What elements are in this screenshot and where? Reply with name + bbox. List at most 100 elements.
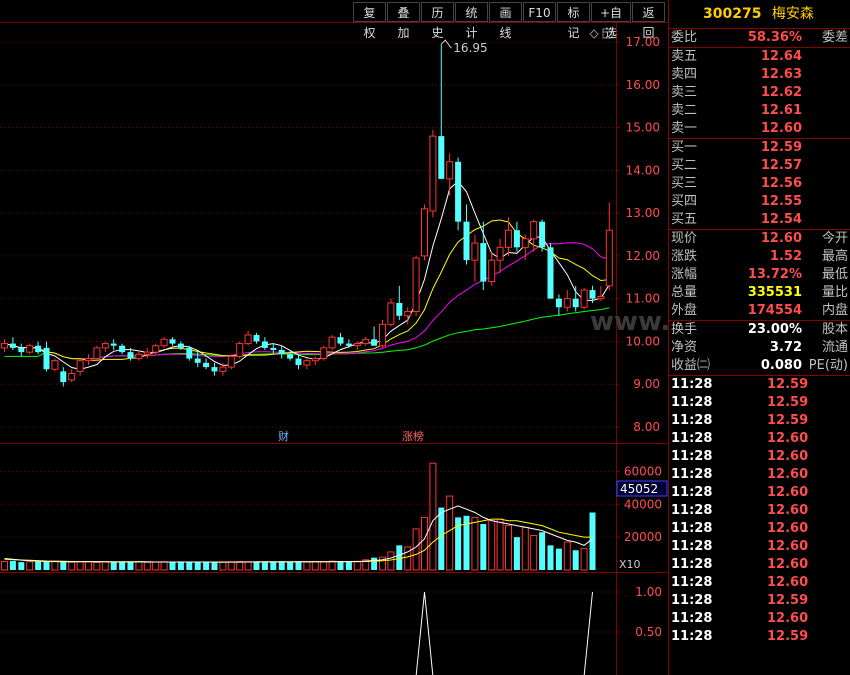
volume-bar	[505, 525, 512, 571]
volume-bar	[530, 535, 538, 571]
volume-bar	[421, 516, 428, 571]
candle-body	[85, 358, 92, 362]
toolbar-button-0[interactable]: 复权	[353, 2, 386, 40]
candle-body	[9, 343, 16, 348]
candle-body	[362, 338, 370, 345]
volume-bar	[9, 560, 16, 570]
candle-body	[496, 246, 504, 261]
volume-tick-label: 60000	[624, 464, 662, 478]
candle-body	[471, 242, 479, 261]
volume-bar	[160, 561, 168, 571]
tick-price: 12.60	[767, 467, 809, 482]
toolbar-button-8[interactable]: 返回	[632, 2, 665, 40]
kline-chart[interactable]: 17.0016.0015.0014.0013.0012.0011.0010.00…	[0, 0, 668, 675]
candle-body	[303, 360, 311, 366]
volume-bar	[1, 560, 8, 571]
bid-value: 12.56	[760, 176, 802, 191]
tick-price: 12.60	[767, 575, 809, 590]
tick-row: 11:28 12.60	[669, 538, 850, 556]
candle-body	[412, 257, 420, 312]
tick-price: 12.60	[767, 485, 809, 500]
candle-body	[572, 298, 579, 308]
candle-body	[547, 247, 554, 299]
toolbar-button-2[interactable]: 历史	[421, 2, 454, 40]
stat-right-label: 今开	[821, 231, 848, 246]
volume-bar	[521, 526, 529, 571]
ask-label: 卖五	[671, 49, 698, 64]
volume-bar	[76, 561, 84, 571]
tick-time: 11:28	[671, 431, 713, 446]
stock-code: 300275	[703, 6, 762, 22]
stock-title: 300275 梅安森	[669, 0, 850, 28]
fund-right-label: 流通	[821, 340, 848, 355]
volume-bar	[496, 518, 504, 571]
toolbar-button-4[interactable]: 画线	[489, 2, 522, 40]
candle-body	[127, 352, 134, 359]
candle-body	[110, 343, 117, 346]
bid-label: 买一	[671, 140, 698, 155]
tick-row: 11:28 12.60	[669, 502, 850, 520]
volume-bar	[203, 562, 210, 570]
fund-label: 净资	[671, 340, 698, 355]
high-annotation: 16.95	[453, 41, 487, 55]
candle-body	[43, 347, 50, 370]
chart-area[interactable]: 17.0016.0015.0014.0013.0012.0011.0010.00…	[0, 0, 668, 675]
candle-body	[488, 259, 496, 283]
volume-bar	[580, 548, 588, 571]
tick-row: 11:28 12.60	[669, 430, 850, 448]
stats-list: 现价 12.60 今开 涨跌 1.52 最高 涨幅 13.72% 最低 总量 335531 量比 外盘 1…	[669, 230, 850, 320]
volume-unit-label: X10	[619, 558, 641, 571]
tick-time: 11:28	[671, 449, 713, 464]
toolbar-button-1[interactable]: 叠加	[387, 2, 420, 40]
volume-bar	[110, 562, 117, 570]
candle-body	[404, 311, 412, 317]
volume-tick-label: 40000	[624, 497, 662, 511]
price-tick-label: 13.00	[626, 206, 660, 220]
tick-price: 12.59	[767, 377, 809, 392]
bid-value: 12.59	[760, 140, 802, 155]
volume-bar	[303, 561, 311, 571]
volume-bar	[194, 561, 201, 570]
candle-body	[521, 238, 529, 248]
volume-bar	[85, 561, 92, 571]
candle-body	[227, 355, 235, 368]
candle-body	[203, 362, 210, 368]
candle-body	[177, 343, 184, 348]
stat-label: 涨跌	[671, 249, 698, 264]
candle-body	[539, 221, 546, 248]
limit-up-marker: 涨榜	[402, 429, 424, 443]
volume-bar	[488, 520, 496, 571]
volume-bar	[278, 561, 285, 570]
toolbar-button-7[interactable]: +自选	[591, 2, 631, 40]
tick-list[interactable]: 11:28 12.59 11:28 12.59 11:28 12.59 11:28 12.60…	[669, 376, 850, 646]
fund-row: 换手 23.00% 股本	[669, 321, 850, 339]
bid-value: 12.54	[760, 212, 802, 227]
toolbar-button-6[interactable]: 标记	[557, 2, 590, 40]
tick-row: 11:28 12.59	[669, 376, 850, 394]
toolbar-button-5[interactable]: F10	[523, 2, 556, 22]
bid-label: 买三	[671, 176, 698, 191]
volume-bar	[337, 561, 344, 570]
volume-bar	[93, 561, 101, 571]
candle-body	[337, 337, 344, 344]
tick-price: 12.59	[767, 629, 809, 644]
volume-bar	[68, 561, 76, 571]
indicator-tick-label: 1.00	[635, 585, 662, 599]
price-tick-label: 12.00	[626, 249, 660, 263]
ask-row: 卖五 12.64	[669, 48, 850, 66]
watermark: www.go7...	[590, 307, 668, 337]
stat-value: 12.60	[760, 231, 802, 246]
candle-body	[186, 347, 193, 359]
candle-body	[1, 343, 8, 349]
candle-body	[244, 334, 252, 345]
tick-row: 11:28 12.60	[669, 466, 850, 484]
tick-price: 12.60	[767, 557, 809, 572]
candle-body	[455, 161, 462, 222]
toolbar-button-3[interactable]: 统计	[455, 2, 488, 40]
quote-panel: 300275 梅安森 委比 58.36% 委差 卖五 12.64 卖四 12.63 卖三…	[668, 0, 850, 675]
tick-time: 11:28	[671, 395, 713, 410]
fund-right-label: 股本	[821, 322, 848, 337]
candle-body	[152, 345, 160, 353]
tick-row: 11:28 12.59	[669, 394, 850, 412]
tick-row: 11:28 12.60	[669, 556, 850, 574]
